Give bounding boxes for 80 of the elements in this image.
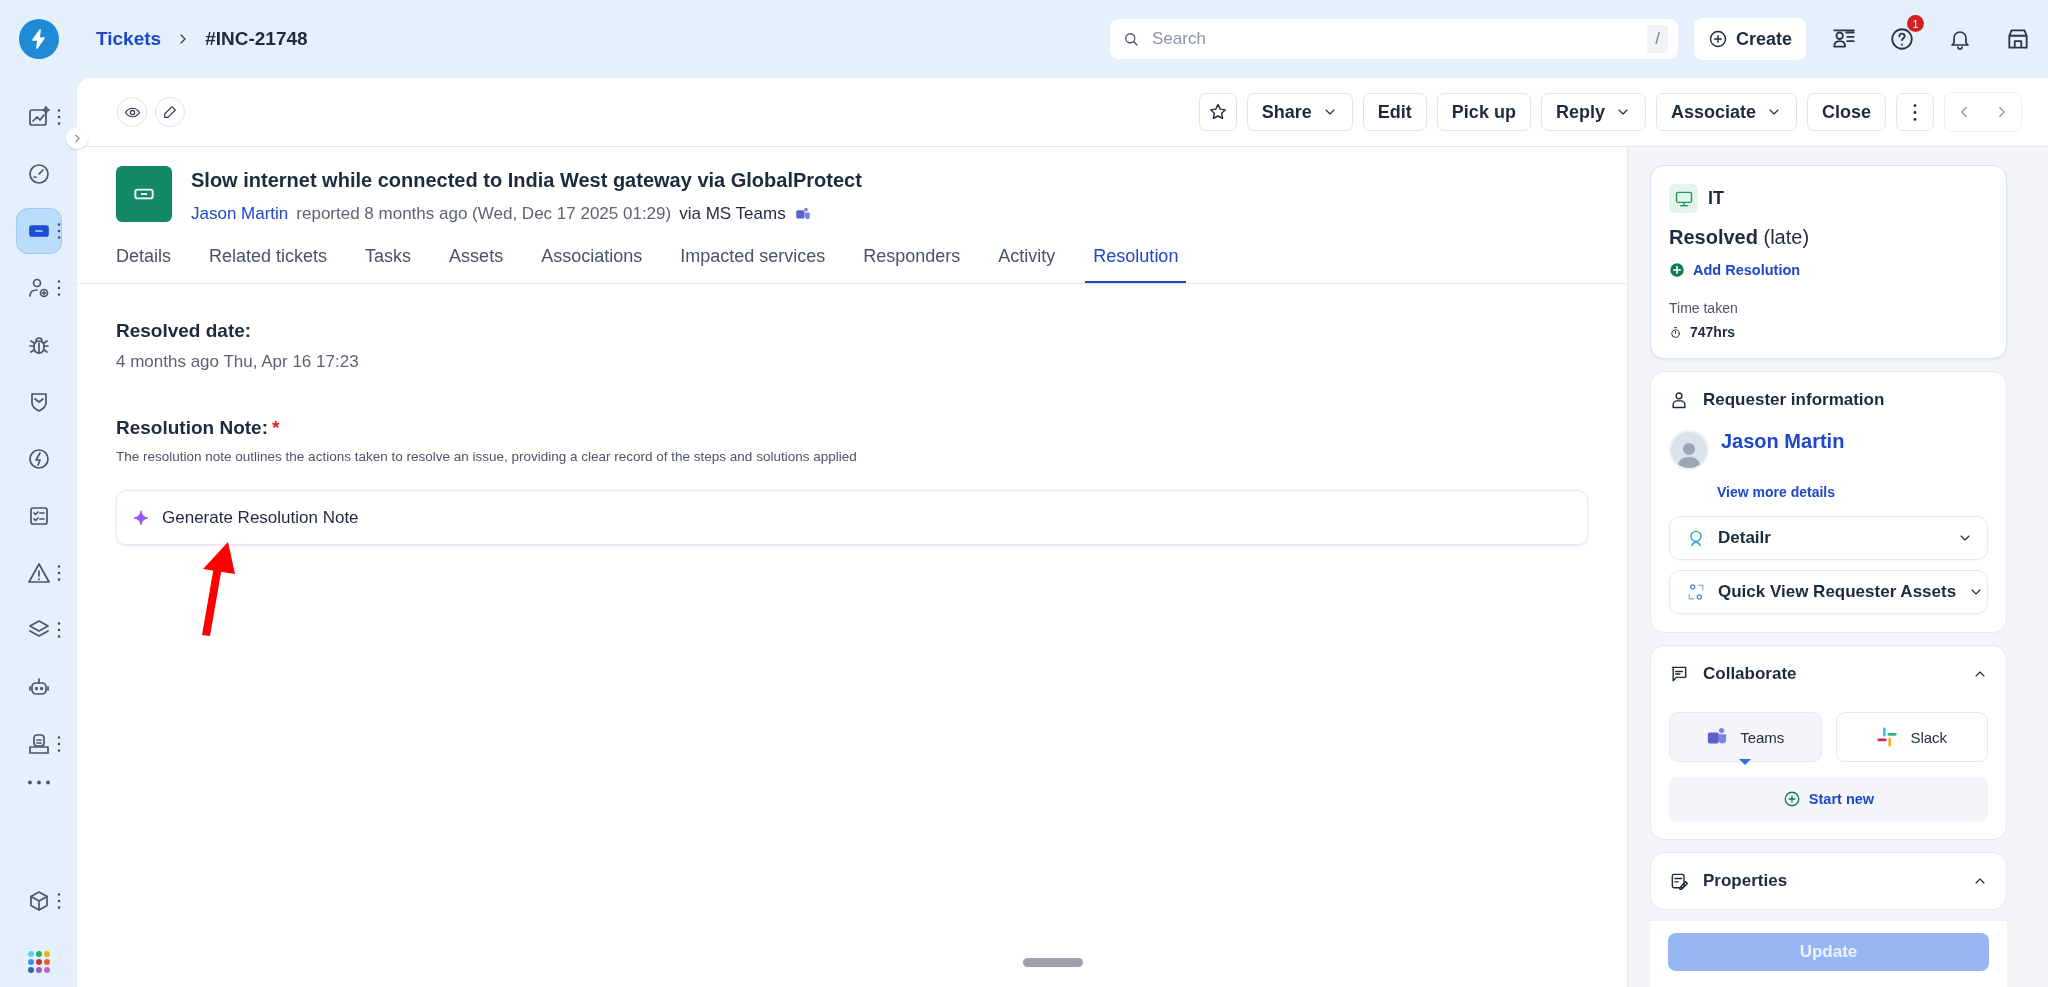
kebab-icon [57,735,61,752]
warning-icon [26,560,51,585]
requester-card-title: Requester information [1703,390,1885,410]
start-new-button[interactable]: Start new [1669,777,1988,821]
apps-grid-icon [27,951,50,973]
chart-sparkle-icon [26,104,51,129]
time-taken-value: 747hrs [1690,324,1736,340]
tab[interactable]: Tasks [365,240,412,283]
tab[interactable]: Related tickets [209,240,328,283]
channel-option[interactable]: Slack [1835,712,1988,762]
shortcut-key: / [1647,25,1668,53]
slack-logo-icon [1876,726,1899,748]
storefront-icon [2005,26,2031,52]
resolution-note-hint: The resolution note outlines the actions taken to resolve an issue, providing a clear record of the steps and solutions applied [116,449,858,464]
reported-time: reported 8 months ago (Wed, Dec 17 2025 01:29) [296,204,672,224]
star-icon [1207,102,1228,122]
breadcrumb-link[interactable]: Tickets [96,28,162,50]
plus-circle-icon [1782,790,1801,808]
kebab-icon [57,108,61,125]
workspace-name: IT [1708,188,1724,209]
requester-link[interactable]: Jason Martin [191,204,289,224]
collapsible-section[interactable]: Detailr [1669,516,1988,560]
kebab-icon [57,279,61,296]
toolbar-button[interactable]: Share [1246,93,1353,131]
source-channel: via MS Teams [679,204,786,224]
toolbar-button[interactable]: Pick up [1436,93,1531,131]
person-icon [1669,390,1689,410]
pencil-icon [162,104,178,120]
plus-circle-icon [1707,29,1728,49]
plus-filled-icon [1669,262,1685,278]
app-launcher-button[interactable] [27,951,50,973]
star-button[interactable] [1198,93,1237,131]
resolved-date-label: Resolved date: [116,320,253,342]
sparkle-icon [132,508,150,527]
resolution-status: Resolved (late) [1669,226,1811,249]
tab[interactable]: Responders [863,240,961,283]
ticket-title: Slow internet while connected to India West gateway via GlobalProtect [191,169,862,192]
notification-badge: 1 [1907,15,1924,32]
requester-name-link[interactable]: Jason Martin [1721,430,1845,470]
toolbar-button[interactable]: Reply [1540,93,1646,131]
sidebar-item[interactable] [15,207,62,254]
tab[interactable]: Associations [541,240,643,283]
tab[interactable]: Resolution [1085,240,1187,283]
avatar [1669,430,1709,470]
create-button[interactable]: Create [1693,18,1806,60]
more-dots-icon [27,780,50,785]
time-taken-label: Time taken [1669,300,1739,316]
toolbar-button[interactable]: Associate [1655,93,1797,131]
required-mark: * [272,417,280,439]
collaborate-title: Collaborate [1703,664,1797,684]
kebab-icon [1913,103,1917,121]
kebab-icon [57,621,61,638]
resolved-date-value: 4 months ago Thu, Apr 16 17:23 [116,352,360,372]
inbox-person-icon [26,731,51,756]
generate-note-button[interactable]: Generate Resolution Note [116,490,1588,545]
resolution-note-label: Resolution Note: [116,417,268,439]
form-edit-icon [1669,871,1689,891]
properties-title: Properties [1703,871,1788,891]
ticket-id: #INC-21748 [205,28,308,50]
tab[interactable]: Activity [998,240,1056,283]
toolbar-button[interactable]: Edit [1362,93,1427,131]
collapsible-section[interactable]: Quick View Requester Assets [1669,570,1988,614]
more-button[interactable] [27,780,50,785]
drag-handle[interactable] [1022,958,1083,967]
add-resolution-link[interactable]: Add Resolution [1669,262,1988,278]
chat-icon [1669,664,1689,684]
toolbar-button[interactable]: Close [1806,93,1886,131]
help-icon [1889,26,1915,52]
kebab-icon [57,222,61,239]
tab[interactable]: Details [116,240,172,283]
search-input[interactable]: Search [1149,28,1638,50]
tab[interactable]: Assets [449,240,504,283]
app-logo[interactable] [18,19,59,59]
gauge-icon [26,161,51,186]
bolt-circle-icon [26,446,51,471]
view-details-link[interactable]: View more details [1717,484,1835,500]
kebab-icon [57,564,61,581]
stopwatch-icon [1669,325,1682,339]
tab[interactable]: Impacted services [680,240,826,283]
kebab-icon [57,892,61,909]
